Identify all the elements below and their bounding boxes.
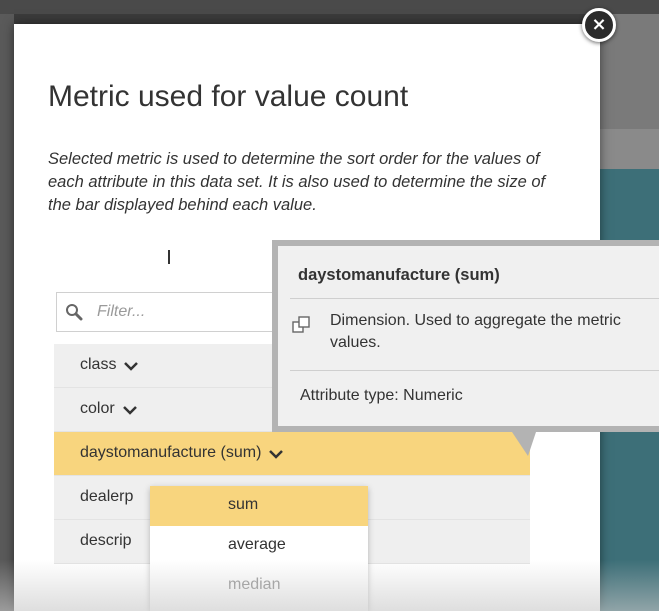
background-app-left xyxy=(0,14,14,611)
metric-option-median[interactable]: median xyxy=(150,566,368,606)
close-button[interactable]: × xyxy=(582,8,616,42)
attribute-label: class xyxy=(80,356,117,373)
dimension-icon xyxy=(292,316,310,333)
attribute-row-daystomanufacture[interactable]: daystomanufacture (sum) xyxy=(54,432,530,476)
text-cursor xyxy=(168,250,170,264)
attribute-label: daystomanufacture (sum) xyxy=(80,444,262,461)
close-icon: × xyxy=(591,14,607,35)
attribute-label: dealerp xyxy=(80,488,134,505)
tooltip-pointer xyxy=(508,426,538,456)
tooltip-divider xyxy=(290,370,659,371)
tooltip-attribute-type: Attribute type: Numeric xyxy=(300,387,463,404)
attribute-label: color xyxy=(80,400,115,417)
background-app-panel-strip xyxy=(600,129,659,169)
metric-option-average[interactable]: average xyxy=(150,526,368,566)
dialog-description: Selected metric is used to determine the… xyxy=(48,150,546,214)
tooltip-description: Dimension. Used to aggregate the metric … xyxy=(330,312,621,351)
chevron-down-icon[interactable] xyxy=(269,449,284,459)
metric-dropdown: sum average median xyxy=(150,486,368,611)
tooltip-title: daystomanufacture (sum) xyxy=(298,266,500,284)
filter-input[interactable] xyxy=(97,301,297,323)
attribute-label: descrip xyxy=(80,532,132,549)
chevron-down-icon[interactable] xyxy=(122,405,137,415)
background-app-header xyxy=(0,0,659,14)
attribute-tooltip: daystomanufacture (sum) Dimension. Used … xyxy=(272,240,659,432)
dialog-title: Metric used for value count xyxy=(48,80,409,113)
search-icon xyxy=(66,304,83,321)
metric-option-sum[interactable]: sum xyxy=(150,486,368,526)
tooltip-divider xyxy=(290,298,659,299)
chevron-down-icon[interactable] xyxy=(124,361,139,371)
